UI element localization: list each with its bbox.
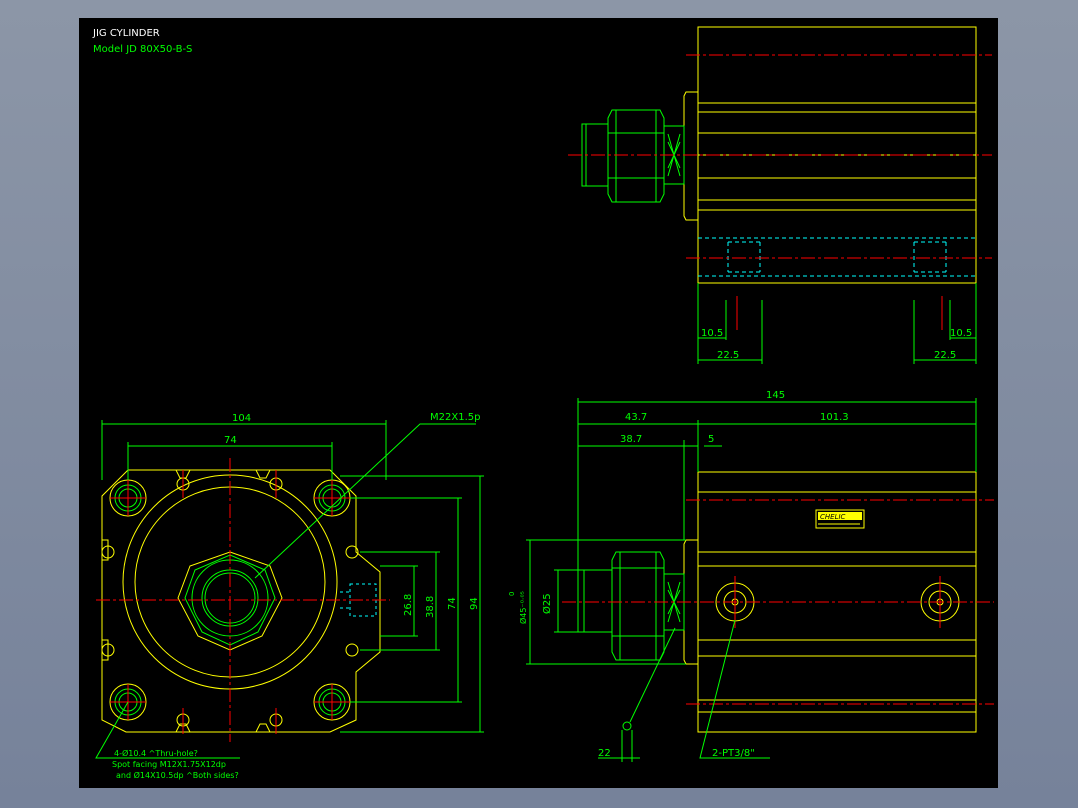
hole-note-line-3: and Ø14X10.5dp ^Both sides? <box>116 770 239 780</box>
dim-right-offset: 10.5 <box>950 328 972 339</box>
hole-note-line-2: Spot facing M12X1.75X12dp <box>112 760 226 769</box>
dim-body-length: 101.3 <box>820 412 849 423</box>
dim-right-width: 22.5 <box>934 350 956 361</box>
dim-bolt-pitch: 74 <box>224 435 237 446</box>
dim-front-width: 104 <box>232 413 251 424</box>
front-view <box>96 458 390 742</box>
dim-port-height: 38.8 <box>425 596 436 618</box>
cad-viewport[interactable]: JIG CYLINDER Model JD 80X50-B-S 10.5 10.… <box>0 0 1078 808</box>
chelic-logo: CHELIC <box>815 509 865 529</box>
logo-text: CHELIC <box>820 513 846 521</box>
dim-rod-length: 38.7 <box>620 434 642 445</box>
dim-left-offset: 10.5 <box>701 328 723 339</box>
drawing-title: JIG CYLINDER <box>92 28 160 39</box>
dim-tolerance-upper: 0 <box>508 592 516 596</box>
drawing-sheet[interactable]: JIG CYLINDER Model JD 80X50-B-S 10.5 10.… <box>79 18 998 788</box>
dim-flange: 5 <box>708 434 714 445</box>
dim-wrench-size: 22 <box>598 748 611 759</box>
bottom-side-view <box>562 471 994 733</box>
dim-pitch-vertical: 74 <box>447 597 458 610</box>
top-side-view <box>568 26 992 330</box>
dim-overall-length: 145 <box>766 390 785 401</box>
dim-rod-diameter: Ø25 <box>541 593 553 614</box>
dim-height-overall: 94 <box>469 597 480 610</box>
hole-note-line-1: 4-Ø10.4 ^Thru-hole? <box>114 748 198 758</box>
drawing-canvas[interactable]: JIG CYLINDER Model JD 80X50-B-S 10.5 10.… <box>79 18 998 788</box>
dim-rod-extension: 43.7 <box>625 412 647 423</box>
dim-left-width: 22.5 <box>717 350 739 361</box>
model-number: Model JD 80X50-B-S <box>93 44 192 55</box>
dim-port-width: 26.8 <box>403 594 414 616</box>
thread-callout: M22X1.5p <box>430 412 480 423</box>
dim-bore-tolerance: Ø45⁻⁰·⁰⁵ <box>518 591 528 624</box>
bottom-side-dims <box>526 398 977 762</box>
port-callout: 2-PT3/8" <box>712 748 755 759</box>
front-view-dims <box>95 420 484 759</box>
